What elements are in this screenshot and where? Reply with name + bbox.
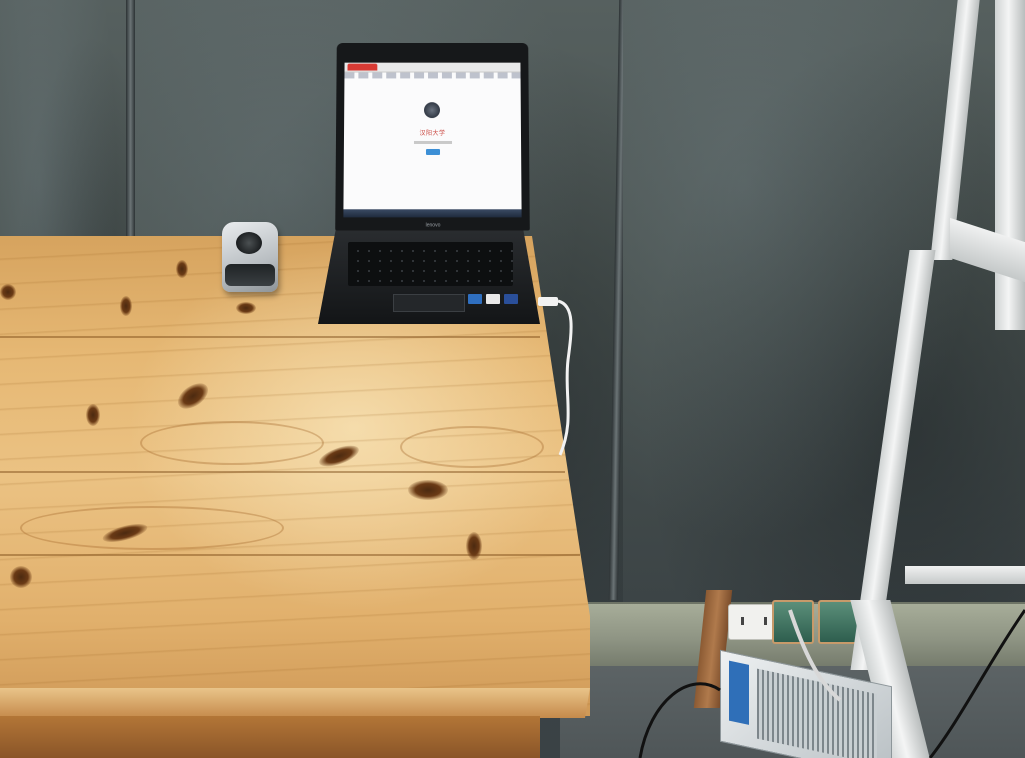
laptop-keyboard: [348, 242, 513, 286]
bookmark-bar: [344, 72, 521, 79]
laptop-sticker: [468, 294, 482, 304]
laptop-touchpad: [393, 294, 465, 312]
login-button: [425, 148, 441, 155]
browser-toolbar: [344, 62, 521, 73]
login-avatar-icon: [424, 102, 440, 119]
wood-knot: [0, 284, 16, 300]
laptop-brand-label: lenovo: [425, 222, 441, 229]
wood-knot: [236, 302, 256, 314]
power-socket: [728, 604, 774, 640]
plank-seam: [0, 471, 565, 473]
fingerprint-scanner: [222, 222, 278, 292]
laptop-base: [318, 228, 540, 324]
laptop-screen-bezel: 汉阳大学 lenovo: [335, 42, 530, 231]
shelf-crossbar: [905, 566, 1025, 584]
browser-tab: [347, 63, 378, 71]
scanner-sensor: [236, 232, 262, 254]
wood-knot: [173, 378, 213, 414]
os-taskbar: [343, 209, 522, 218]
wall-seam: [126, 0, 135, 240]
plank-seam: [0, 336, 540, 338]
wood-knot: [466, 532, 482, 560]
wood-knot: [176, 260, 188, 278]
equipment-grille: [757, 668, 877, 758]
wood-knot: [10, 566, 32, 588]
wood-grain: [400, 426, 544, 468]
wood-knot: [86, 404, 100, 426]
wood-grain: [140, 421, 324, 465]
wood-knot: [120, 296, 132, 316]
laptop-sticker: [504, 294, 518, 304]
login-subtext: [413, 140, 453, 144]
scanner-base: [225, 264, 275, 286]
laptop-sticker: [486, 294, 500, 304]
table-edge: [0, 688, 590, 718]
table-apron: [0, 716, 540, 758]
equipment-label: [729, 660, 749, 725]
socket-board: [772, 600, 814, 644]
laptop-screen: 汉阳大学: [343, 62, 522, 218]
photo-scene: 汉阳大学 lenovo: [0, 0, 1025, 758]
wood-grain: [20, 506, 284, 550]
login-heading: 汉阳大学: [419, 131, 446, 137]
wood-knot: [408, 480, 448, 500]
plank-seam: [0, 554, 580, 556]
